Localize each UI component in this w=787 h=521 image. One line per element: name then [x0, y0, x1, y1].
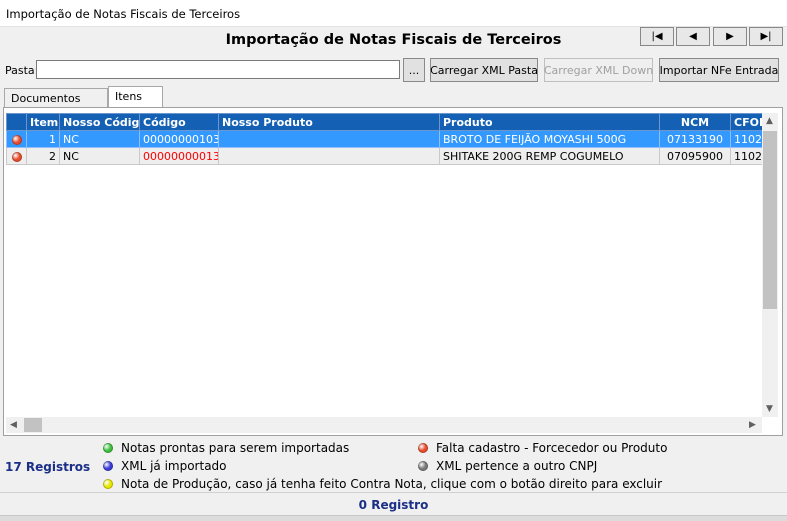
- col-nosso-codigo[interactable]: Nosso Código: [59, 113, 140, 131]
- grid-header-row: Item Nosso Código Código Nosso Produto P…: [6, 113, 764, 131]
- col-item[interactable]: Item: [26, 113, 60, 131]
- pasta-input[interactable]: [36, 60, 400, 79]
- last-icon: ▶|: [760, 31, 772, 42]
- window-title: Importação de Notas Fiscais de Terceiros: [6, 7, 241, 21]
- legend-item: Notas prontas para serem importadas: [103, 441, 349, 455]
- scroll-left-icon[interactable]: ◀: [10, 420, 17, 430]
- items-grid: Item Nosso Código Código Nosso Produto P…: [6, 113, 764, 165]
- scroll-right-icon[interactable]: ▶: [749, 420, 756, 430]
- legend-item: XML já importado: [103, 459, 227, 473]
- horizontal-scroll-thumb[interactable]: [24, 418, 42, 432]
- footer-registro-count: 0 Registro: [358, 498, 429, 512]
- table-row[interactable]: 2 NC 000000000132700 SHITAKE 200G REMP C…: [6, 147, 764, 165]
- nav-first-button[interactable]: |◀: [640, 27, 674, 46]
- col-produto[interactable]: Produto: [439, 113, 660, 131]
- status-red-icon: [11, 151, 22, 162]
- yellow-status-icon: [103, 479, 113, 489]
- gray-status-icon: [418, 461, 428, 471]
- first-icon: |◀: [651, 31, 663, 42]
- col-cfop[interactable]: CFOP: [730, 113, 764, 131]
- col-ncm[interactable]: NCM: [659, 113, 731, 131]
- next-icon: ▶: [726, 31, 734, 42]
- status-red-icon: [11, 134, 22, 145]
- col-status: [6, 113, 27, 131]
- status-bar: [0, 515, 787, 521]
- prev-icon: ◀: [689, 31, 697, 42]
- carregar-xml-down-button[interactable]: Carregar XML Down: [544, 58, 653, 82]
- nav-last-button[interactable]: ▶|: [749, 27, 783, 46]
- tab-documentos-lidos[interactable]: Documentos Lidos: [4, 88, 108, 118]
- red-status-icon: [418, 443, 428, 453]
- nav-next-button[interactable]: ▶: [713, 27, 747, 46]
- green-status-icon: [103, 443, 113, 453]
- browse-folder-button[interactable]: ...: [403, 58, 425, 82]
- table-row[interactable]: 1 NC 000000001030000 BROTO DE FEIJÃO MOY…: [6, 130, 764, 148]
- registros-count: 17 Registros: [5, 460, 91, 474]
- window-titlebar: Importação de Notas Fiscais de Terceiros: [0, 0, 787, 27]
- legend-item: XML pertence a outro CNPJ: [418, 459, 597, 473]
- blue-status-icon: [103, 461, 113, 471]
- scroll-down-icon[interactable]: ▼: [766, 404, 773, 414]
- scroll-up-icon[interactable]: ▲: [766, 116, 773, 126]
- importar-nfe-entrada-button[interactable]: Importar NFe Entrada: [659, 58, 779, 82]
- col-codigo[interactable]: Código: [139, 113, 219, 131]
- horizontal-scrollbar[interactable]: [6, 417, 762, 433]
- col-nosso-produto[interactable]: Nosso Produto: [218, 113, 440, 131]
- nav-prev-button[interactable]: ◀: [676, 27, 710, 46]
- carregar-xml-pasta-button[interactable]: Carregar XML Pasta: [430, 58, 538, 82]
- vertical-scroll-thumb[interactable]: [763, 131, 777, 309]
- legend-item: Nota de Produção, caso já tenha feito Co…: [103, 477, 662, 491]
- legend-item: Falta cadastro - Forcecedor ou Produto: [418, 441, 667, 455]
- tab-itens[interactable]: Itens: [108, 86, 163, 107]
- footer-divider: [0, 492, 787, 493]
- pasta-label: Pasta:: [5, 64, 39, 77]
